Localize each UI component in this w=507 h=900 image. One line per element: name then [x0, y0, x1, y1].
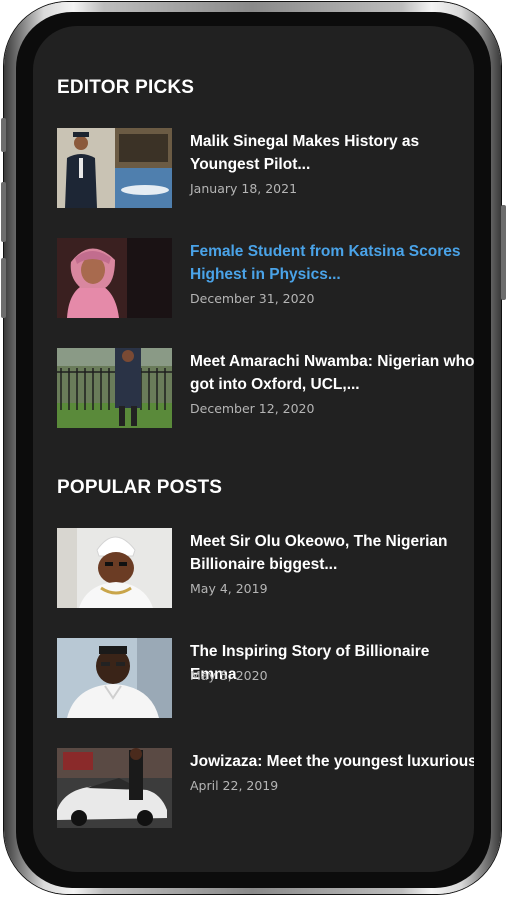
- post-date: May 5, 2020: [190, 668, 268, 683]
- phone-screen: EDITOR PICKS Malik Sinegal Makes History…: [33, 26, 474, 872]
- okeowo-image: [57, 528, 172, 608]
- editor-picks-heading: EDITOR PICKS: [57, 77, 195, 98]
- editor-pick-item[interactable]: Meet Amarachi Nwamba: Nigerian who got i…: [57, 348, 474, 428]
- editor-pick-item[interactable]: Female Student from Katsina Scores Highe…: [57, 238, 474, 318]
- oxford-image: [57, 348, 172, 428]
- phone-mockup: EDITOR PICKS Malik Sinegal Makes History…: [0, 0, 507, 900]
- post-date: April 22, 2019: [190, 778, 279, 793]
- emma-thumbnail[interactable]: [57, 638, 172, 718]
- post-title-link[interactable]: Meet Amarachi Nwamba: Nigerian who got i…: [190, 350, 474, 398]
- volume-down-button: [1, 258, 6, 318]
- editor-pick-item[interactable]: Malik Sinegal Makes History as Youngest …: [57, 128, 474, 208]
- oxford-thumbnail[interactable]: [57, 348, 172, 428]
- post-title-link[interactable]: Meet Sir Olu Okeowo, The Nigerian Billio…: [190, 530, 474, 578]
- popular-post-item[interactable]: Jowizaza: Meet the youngest luxurious Ap…: [57, 748, 474, 828]
- volume-up-button: [1, 182, 6, 242]
- post-date: May 4, 2019: [190, 581, 268, 596]
- jowizaza-image: [57, 748, 172, 828]
- emma-image: [57, 638, 172, 718]
- post-date: December 12, 2020: [190, 401, 315, 416]
- student-thumbnail[interactable]: [57, 238, 172, 318]
- post-title-link[interactable]: Malik Sinegal Makes History as Youngest …: [190, 130, 474, 178]
- volume-button: [1, 118, 6, 152]
- popular-posts-heading: POPULAR POSTS: [57, 477, 223, 498]
- post-date: January 18, 2021: [190, 181, 298, 196]
- pilot-thumbnail[interactable]: [57, 128, 172, 208]
- power-button: [501, 205, 506, 300]
- okeowo-thumbnail[interactable]: [57, 528, 172, 608]
- post-date: December 31, 2020: [190, 291, 315, 306]
- popular-post-item[interactable]: The Inspiring Story of Billionaire Emma …: [57, 638, 474, 718]
- popular-post-item[interactable]: Meet Sir Olu Okeowo, The Nigerian Billio…: [57, 528, 474, 608]
- jowizaza-thumbnail[interactable]: [57, 748, 172, 828]
- post-title-link[interactable]: Female Student from Katsina Scores Highe…: [190, 240, 474, 288]
- pilot-image: [57, 128, 172, 208]
- student-image: [57, 238, 172, 318]
